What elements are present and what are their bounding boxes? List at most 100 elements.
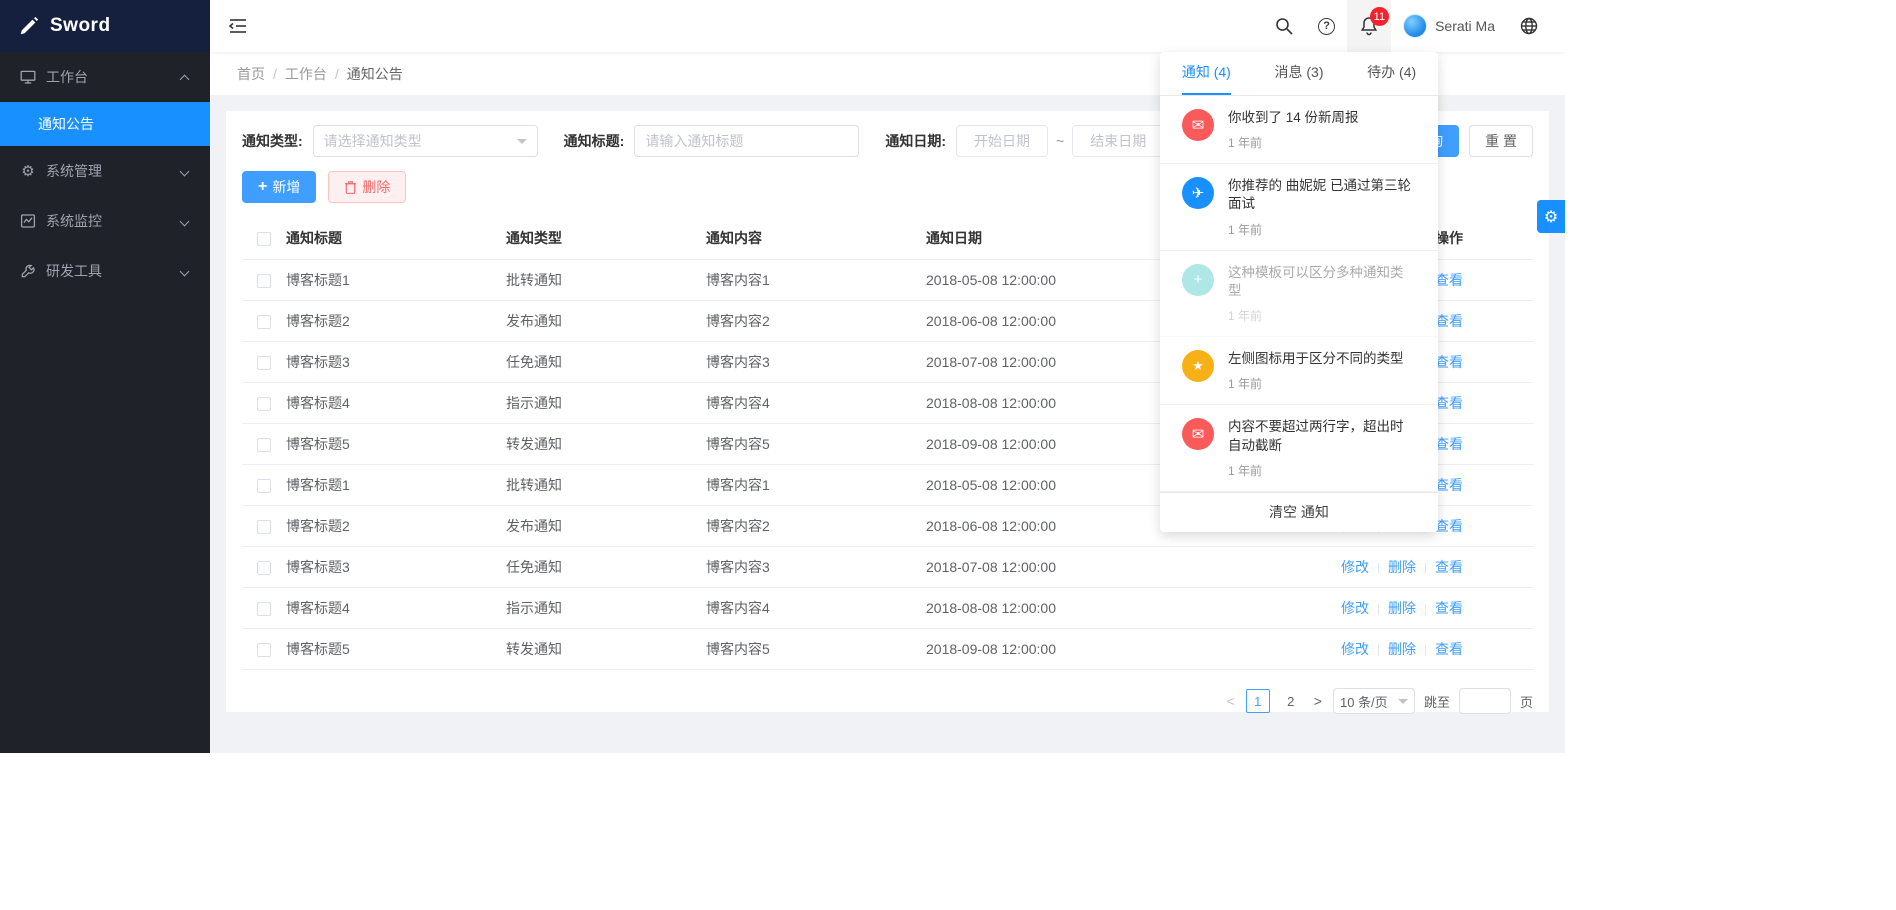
notification-list: ✉ 你收到了 14 份新周报 1 年前 ✈ 你推荐的 曲妮妮 已通过第三轮面试 … — [1160, 96, 1438, 492]
cell-title: 博客标题5 — [286, 424, 506, 465]
sidebar-item-monitor[interactable]: 系统监控 — [0, 196, 210, 246]
cell-date: 2018-08-08 12:00:00 — [926, 588, 1256, 629]
notification-title: 左侧图标用于区分不同的类型 — [1228, 350, 1404, 368]
cell-content: 博客内容3 — [706, 547, 926, 588]
view-link[interactable]: 查看 — [1435, 600, 1463, 616]
cell-type: 转发通知 — [506, 424, 706, 465]
view-link[interactable]: 查看 — [1435, 272, 1463, 288]
notice-type-select[interactable]: 请选择通知类型 — [313, 125, 538, 157]
help-button[interactable]: ? — [1306, 0, 1347, 52]
end-date-input[interactable]: 结束日期 — [1072, 125, 1164, 157]
row-checkbox[interactable] — [257, 602, 271, 616]
notification-item[interactable]: ✉ 你收到了 14 份新周报 1 年前 — [1160, 96, 1438, 164]
row-checkbox[interactable] — [257, 643, 271, 657]
globe-icon — [1519, 16, 1539, 36]
delete-button-label: 删除 — [362, 177, 390, 197]
view-link[interactable]: 查看 — [1435, 641, 1463, 657]
notice-title-input[interactable] — [634, 125, 859, 157]
search-button[interactable] — [1262, 0, 1306, 52]
wrench-icon — [20, 263, 36, 279]
breadcrumb-separator: / — [273, 66, 277, 82]
cell-content: 博客内容1 — [706, 260, 926, 301]
add-button[interactable]: + 新增 — [242, 171, 316, 203]
row-checkbox[interactable] — [257, 561, 271, 575]
tab-messages[interactable]: 消息 (3) — [1253, 52, 1346, 95]
cell-title: 博客标题5 — [286, 629, 506, 670]
view-link[interactable]: 查看 — [1435, 559, 1463, 575]
notification-badge: 11 — [1370, 7, 1389, 26]
cell-title: 博客标题4 — [286, 383, 506, 424]
tab-todos[interactable]: 待办 (4) — [1345, 52, 1438, 95]
monitor-chart-icon — [20, 213, 36, 229]
language-button[interactable] — [1507, 0, 1551, 52]
cell-type: 指示通知 — [506, 383, 706, 424]
cell-title: 博客标题2 — [286, 506, 506, 547]
row-checkbox[interactable] — [257, 315, 271, 329]
row-checkbox[interactable] — [257, 274, 271, 288]
tab-notifications[interactable]: 通知 (4) — [1160, 52, 1253, 95]
prev-page-button[interactable]: < — [1225, 693, 1237, 709]
cell-title: 博客标题3 — [286, 547, 506, 588]
col-content: 通知内容 — [706, 217, 926, 260]
start-date-input[interactable]: 开始日期 — [956, 125, 1048, 157]
breadcrumb-parent[interactable]: 工作台 — [285, 64, 327, 84]
reset-button[interactable]: 重 置 — [1469, 125, 1533, 157]
trash-icon — [344, 180, 357, 194]
view-link[interactable]: 查看 — [1435, 518, 1463, 534]
notification-item[interactable]: ★ 左侧图标用于区分不同的类型 1 年前 — [1160, 337, 1438, 405]
view-link[interactable]: 查看 — [1435, 313, 1463, 329]
date-range-separator: ~ — [1056, 133, 1064, 149]
notification-time: 1 年前 — [1228, 221, 1416, 238]
notification-title: 这种模板可以区分多种通知类型 — [1228, 264, 1416, 300]
chevron-down-icon — [180, 216, 190, 226]
select-all-checkbox[interactable] — [257, 232, 271, 246]
delete-link[interactable]: 删除 — [1388, 559, 1416, 575]
cell-content: 博客内容2 — [706, 301, 926, 342]
menu-label: 工作台 — [46, 67, 88, 87]
edit-link[interactable]: 修改 — [1341, 641, 1369, 657]
row-checkbox[interactable] — [257, 356, 271, 370]
jump-page-input[interactable] — [1459, 688, 1511, 714]
row-checkbox[interactable] — [257, 520, 271, 534]
page-size-select[interactable]: 10 条/页 — [1333, 688, 1415, 714]
collapse-sidebar-button[interactable] — [228, 0, 260, 52]
next-page-button[interactable]: > — [1312, 693, 1324, 709]
view-link[interactable]: 查看 — [1435, 395, 1463, 411]
app-logo[interactable]: Sword — [0, 0, 210, 52]
row-checkbox[interactable] — [257, 479, 271, 493]
notification-item[interactable]: ✈ 你推荐的 曲妮妮 已通过第三轮面试 1 年前 — [1160, 164, 1438, 250]
sidebar-item-notice[interactable]: 通知公告 — [0, 102, 210, 146]
notifications-button[interactable]: 11 — [1347, 0, 1391, 52]
row-checkbox[interactable] — [257, 397, 271, 411]
notification-item[interactable]: + 这种模板可以区分多种通知类型 1 年前 — [1160, 251, 1438, 337]
notification-item[interactable]: ✉ 内容不要超过两行字，超出时自动截断 1 年前 — [1160, 405, 1438, 491]
paper-plane-icon: ✈ — [1182, 177, 1214, 209]
view-link[interactable]: 查看 — [1435, 354, 1463, 370]
notification-dropdown: 通知 (4) 消息 (3) 待办 (4) ✉ 你收到了 14 份新周报 1 年前… — [1160, 52, 1438, 532]
view-link[interactable]: 查看 — [1435, 436, 1463, 452]
sidebar-item-devtools[interactable]: 研发工具 — [0, 246, 210, 296]
clear-notifications-button[interactable]: 清空 通知 — [1160, 492, 1438, 532]
notification-tabs: 通知 (4) 消息 (3) 待办 (4) — [1160, 52, 1438, 96]
cell-type: 任免通知 — [506, 342, 706, 383]
view-link[interactable]: 查看 — [1435, 477, 1463, 493]
notice-type-label: 通知类型: — [242, 131, 303, 151]
edit-link[interactable]: 修改 — [1341, 559, 1369, 575]
top-bar-actions: ? 11 Serati Ma — [1262, 0, 1551, 52]
breadcrumb-home[interactable]: 首页 — [237, 64, 265, 84]
page-2-button[interactable]: 2 — [1279, 689, 1303, 713]
row-checkbox[interactable] — [257, 438, 271, 452]
page-1-button[interactable]: 1 — [1246, 689, 1270, 713]
theme-settings-button[interactable]: ⚙ — [1537, 200, 1565, 233]
user-menu[interactable]: Serati Ma — [1391, 0, 1507, 52]
delete-link[interactable]: 删除 — [1388, 641, 1416, 657]
cell-content: 博客内容5 — [706, 629, 926, 670]
app-title: Sword — [50, 15, 111, 37]
delete-link[interactable]: 删除 — [1388, 600, 1416, 616]
gear-icon: ⚙ — [20, 164, 36, 179]
cell-content: 博客内容4 — [706, 588, 926, 629]
edit-link[interactable]: 修改 — [1341, 600, 1369, 616]
sidebar-item-system[interactable]: ⚙ 系统管理 — [0, 146, 210, 196]
sidebar-item-workbench[interactable]: 工作台 — [0, 52, 210, 102]
delete-button[interactable]: 删除 — [328, 171, 406, 203]
